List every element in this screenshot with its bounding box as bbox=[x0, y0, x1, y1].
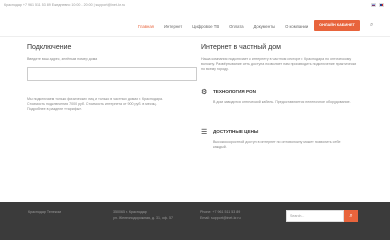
main-navigation: Главная Интернет Цифровое ТВ Оплата Документ… bbox=[0, 13, 390, 37]
private-home-title: Интернет в частный дом bbox=[201, 44, 281, 51]
nav-item[interactable]: Цифровое ТВ bbox=[192, 24, 219, 29]
connection-title: Подключение bbox=[27, 44, 72, 51]
footer-phone[interactable]: Phone: +7 961 511 53 89 bbox=[200, 210, 241, 216]
footer-address: 350065 г. Краснодар ул. Железнодорожная,… bbox=[113, 210, 173, 221]
online-cabinet-button[interactable]: ОНЛАЙН КАБИНЕТ bbox=[314, 20, 360, 31]
footer: Краснодар Телеком 350065 г. Краснодар ул… bbox=[0, 202, 390, 240]
pon-icon: ⚙ bbox=[201, 89, 208, 96]
footer-company: Краснодар Телеком bbox=[28, 210, 61, 216]
nav-item[interactable]: Оплата bbox=[229, 24, 243, 29]
address-input[interactable] bbox=[27, 67, 197, 81]
footer-contacts: Phone: +7 961 511 53 89 Email: support@i… bbox=[200, 210, 241, 221]
feature-desc: В дом заводится оптический кабель. Предо… bbox=[213, 100, 351, 104]
connection-text: Мы подключаем только физических лиц и то… bbox=[27, 97, 163, 111]
ru-flag-icon[interactable] bbox=[371, 3, 376, 7]
feature-title: ДОСТУПНЫЕ ЦЕНЫ bbox=[213, 129, 259, 134]
top-bar: Краснодар +7 961 511 53 89 Ежедневно 10:… bbox=[0, 0, 390, 13]
footer-company-name: Краснодар Телеком bbox=[28, 210, 61, 214]
footer-search-input[interactable]: Search... bbox=[286, 210, 344, 222]
connection-section: Подключение Введите ваш адрес, зелёным н… bbox=[27, 44, 197, 112]
contact-info: Краснодар +7 961 511 53 89 Ежедневно 10:… bbox=[4, 3, 126, 7]
nav-item[interactable]: Интернет bbox=[164, 24, 182, 29]
private-home-section: Интернет в частный дом Наша компания под… bbox=[201, 44, 361, 149]
private-home-intro: Наша компания подключает к интернету в ч… bbox=[201, 57, 357, 71]
feature-title: ТЕХНОЛОГИЯ PON bbox=[213, 89, 256, 94]
nav-item[interactable]: Главная bbox=[138, 24, 154, 29]
footer-email[interactable]: Email: support@inet-kr.ru bbox=[200, 216, 241, 222]
nav-item[interactable]: Документы bbox=[254, 24, 276, 29]
footer-address-line: ул. Железнодорожная, д. 31, оф. 57 bbox=[113, 215, 173, 220]
feature-desc: Высокоскоростной доступ в интернет по оп… bbox=[213, 140, 341, 149]
search-icon[interactable]: ⌕ bbox=[370, 22, 373, 29]
wifi-icon: ☰ bbox=[201, 129, 208, 136]
language-switcher bbox=[371, 3, 384, 7]
address-hint: Введите ваш адрес, зелёным номер дома bbox=[27, 57, 98, 61]
footer-search-button[interactable]: ⌕ bbox=[344, 210, 358, 222]
nav-item[interactable]: О компании bbox=[285, 24, 308, 29]
gb-flag-icon[interactable] bbox=[379, 3, 384, 7]
